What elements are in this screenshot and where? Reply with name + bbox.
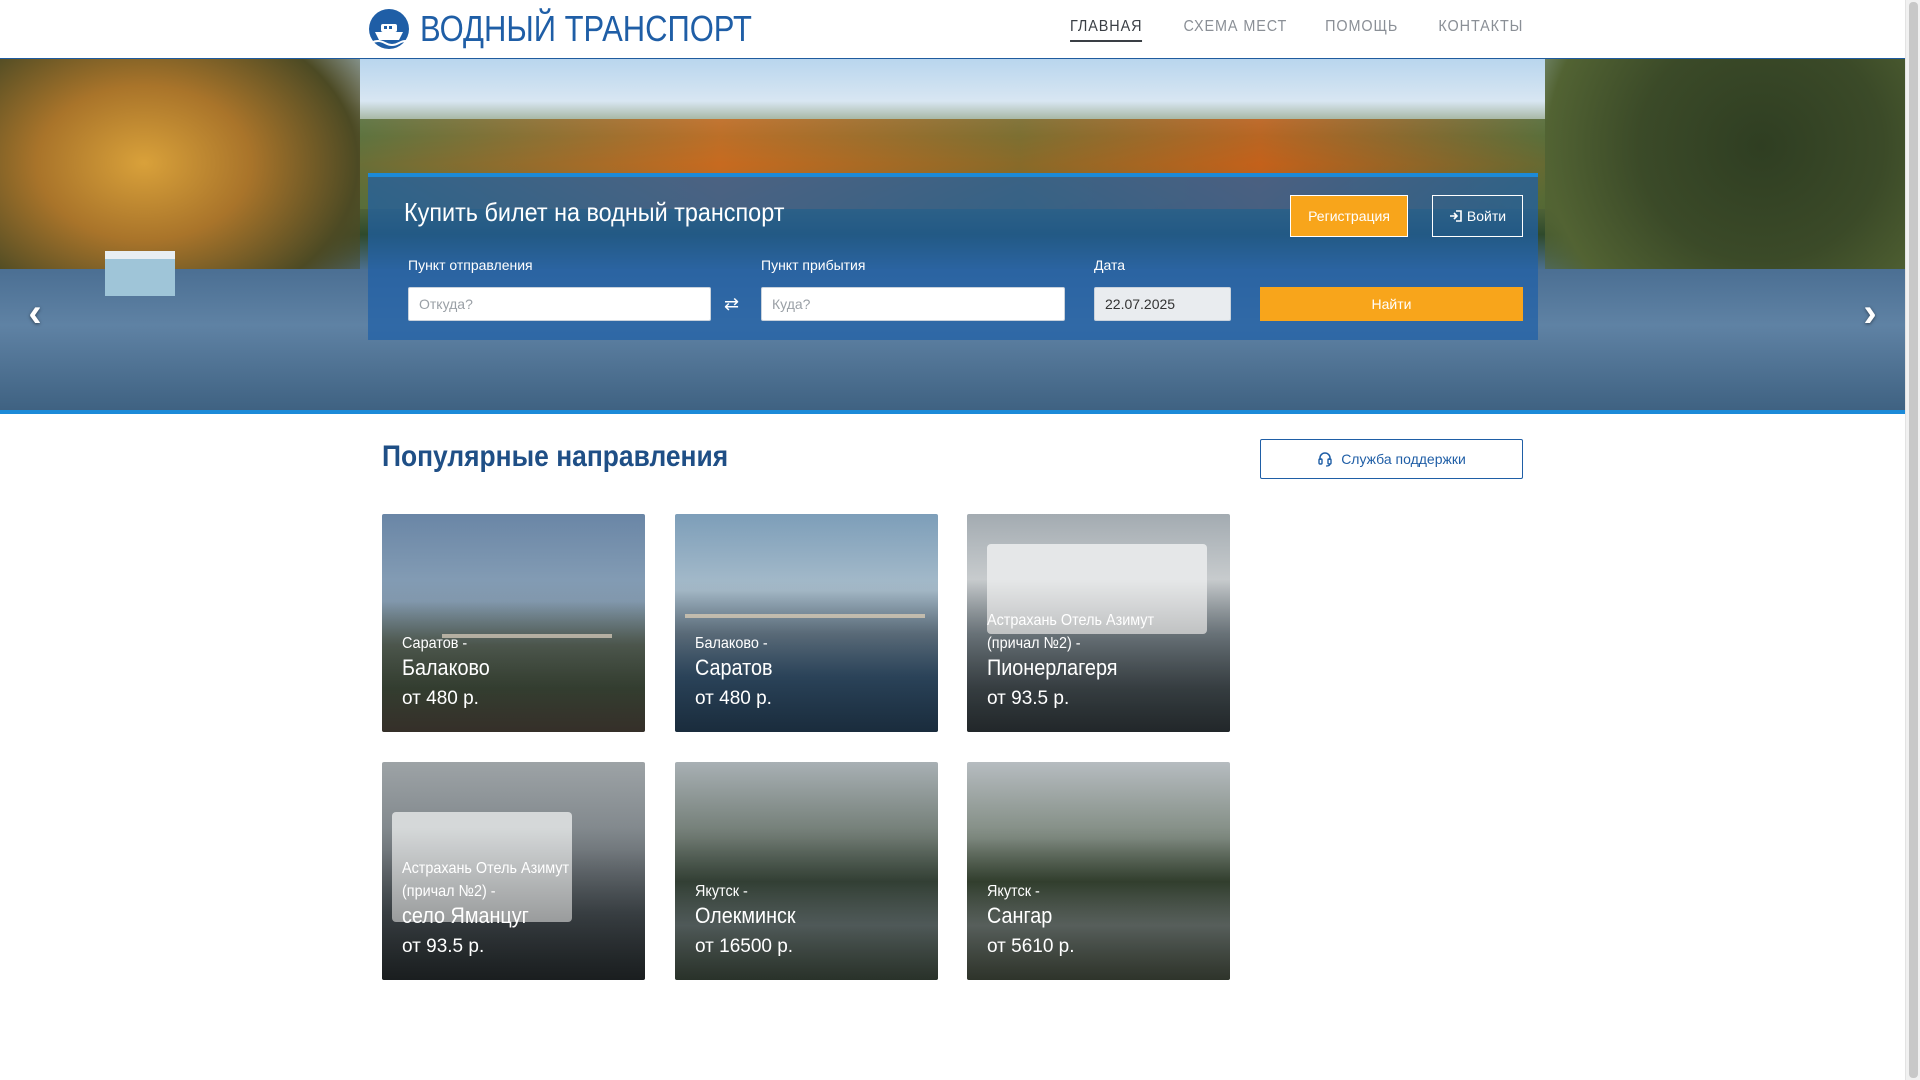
- route-card[interactable]: Астрахань Отель Азимут (причал №2) - Пио…: [967, 514, 1230, 732]
- login-button[interactable]: Войти: [1432, 195, 1523, 237]
- route-to: Пионерлагеря: [987, 655, 1118, 680]
- route-to: Балаково: [402, 655, 490, 680]
- route-to: Олекминск: [695, 903, 796, 928]
- route-card[interactable]: Астрахань Отель Азимут (причал №2) - сел…: [382, 762, 645, 980]
- route-price: от 5610 р.: [987, 936, 1075, 957]
- route-from: Балаково -: [695, 635, 768, 652]
- search-title: Купить билет на водный транспорт: [404, 197, 785, 227]
- route-card[interactable]: Якутск - Олекминск от 16500 р.: [675, 762, 938, 980]
- date-input[interactable]: [1094, 287, 1231, 321]
- route-price: от 480 р.: [695, 688, 772, 709]
- login-label: Войти: [1466, 208, 1507, 224]
- departure-input[interactable]: [408, 287, 711, 321]
- route-card[interactable]: Саратов - Балаково от 480 р.: [382, 514, 645, 732]
- swap-icon[interactable]: ⇄: [724, 294, 739, 315]
- nav-help[interactable]: ПОМОЩЬ: [1326, 18, 1399, 42]
- main-nav: ГЛАВНАЯ СХЕМА МЕСТ ПОМОЩЬ КОНТАКТЫ: [1062, 18, 1523, 42]
- route-price: от 93.5 р.: [402, 936, 485, 957]
- login-icon: [1449, 210, 1462, 222]
- find-button[interactable]: Найти: [1260, 287, 1523, 321]
- nav-contacts[interactable]: КОНТАКТЫ: [1438, 18, 1523, 42]
- route-to: Саратов: [695, 655, 773, 680]
- route-price: от 480 р.: [402, 688, 479, 709]
- page-scrollbar[interactable]: [1905, 0, 1920, 1080]
- page: ВОДНЫЙ ТРАНСПОРТ ГЛАВНАЯ СХЕМА МЕСТ ПОМО…: [0, 0, 1905, 1080]
- arrival-label: Пункт прибытия: [761, 257, 866, 273]
- route-from: Астрахань Отель Азимут (причал №2) -: [987, 612, 1155, 652]
- scrollbar-thumb[interactable]: [1909, 2, 1918, 1078]
- departure-label: Пункт отправления: [408, 257, 533, 273]
- hero-divider: [0, 410, 1905, 414]
- route-to: Сангар: [987, 903, 1053, 928]
- route-price: от 93.5 р.: [987, 688, 1070, 709]
- nav-seat-map[interactable]: СХЕМА МЕСТ: [1184, 18, 1288, 42]
- nav-home[interactable]: ГЛАВНАЯ: [1069, 18, 1143, 42]
- carousel-next-icon[interactable]: ›: [1855, 293, 1885, 333]
- boat-logo-icon: [369, 9, 411, 49]
- route-from: Якутск -: [695, 883, 748, 900]
- route-card[interactable]: Якутск - Сангар от 5610 р.: [967, 762, 1230, 980]
- support-label: Служба поддержки: [1341, 451, 1466, 467]
- date-label: Дата: [1094, 257, 1126, 273]
- route-from: Саратов -: [402, 635, 468, 652]
- route-from: Астрахань Отель Азимут (причал №2) -: [402, 860, 570, 900]
- site-logo[interactable]: ВОДНЫЙ ТРАНСПОРТ: [367, 8, 806, 50]
- site-header: ВОДНЫЙ ТРАНСПОРТ ГЛАВНАЯ СХЕМА МЕСТ ПОМО…: [0, 0, 1905, 59]
- route-to: село Яманцуг: [402, 903, 529, 928]
- carousel-prev-icon[interactable]: ‹: [20, 293, 50, 333]
- hero-hut: [105, 251, 175, 296]
- popular-routes-title: Популярные направления: [382, 440, 729, 473]
- route-from: Якутск -: [987, 883, 1040, 900]
- logo-text: ВОДНЫЙ ТРАНСПОРТ: [420, 8, 752, 49]
- register-button[interactable]: Регистрация: [1290, 195, 1408, 237]
- headset-icon: [1318, 452, 1332, 467]
- arrival-input[interactable]: [761, 287, 1065, 321]
- route-card[interactable]: Балаково - Саратов от 480 р.: [675, 514, 938, 732]
- hero-carousel: ‹ › Купить билет на водный транспорт Рег…: [0, 59, 1905, 410]
- support-button[interactable]: Служба поддержки: [1260, 439, 1523, 479]
- ticket-search-panel: Купить билет на водный транспорт Регистр…: [368, 173, 1538, 340]
- route-price: от 16500 р.: [695, 936, 794, 957]
